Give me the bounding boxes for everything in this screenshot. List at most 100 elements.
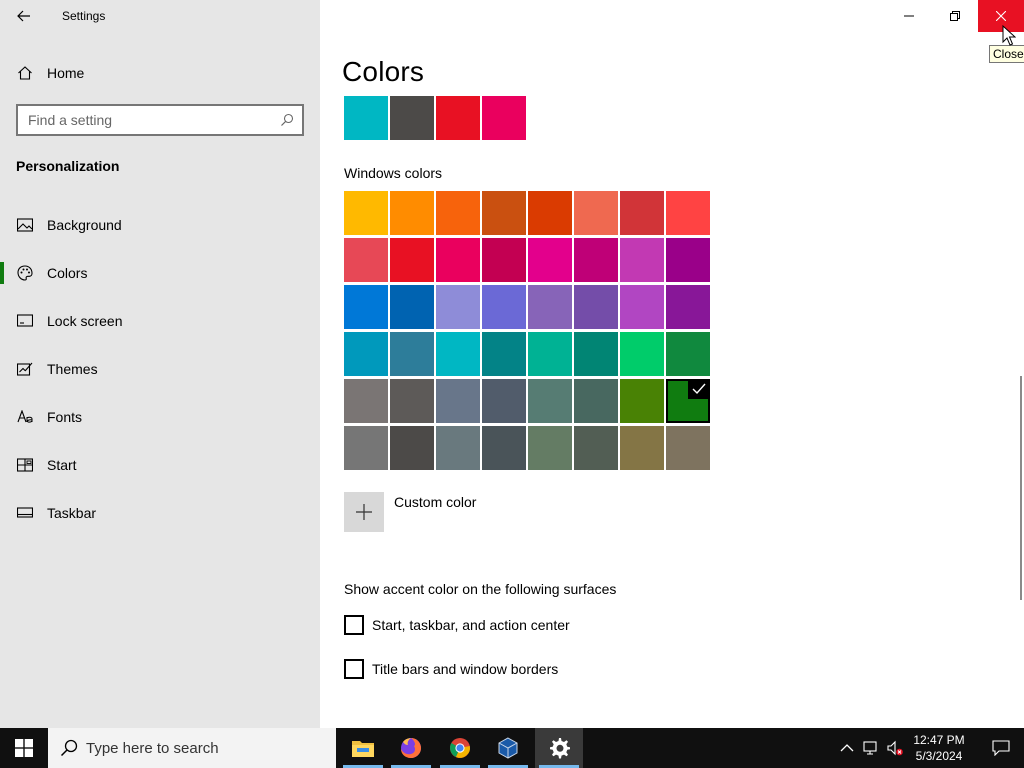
color-swatch[interactable] — [436, 379, 480, 423]
color-swatch[interactable] — [574, 238, 618, 282]
chevron-up-icon[interactable] — [839, 740, 855, 756]
color-swatch[interactable] — [344, 238, 388, 282]
taskbar: 12:47 PM 5/3/2024 — [0, 728, 1024, 768]
color-swatch[interactable] — [528, 191, 572, 235]
minimize-icon — [904, 15, 914, 17]
chrome-icon — [450, 738, 470, 758]
sidebar-item-colors[interactable]: Colors — [0, 253, 320, 293]
file-explorer-icon — [352, 741, 374, 757]
color-swatch[interactable] — [666, 332, 710, 376]
color-swatch[interactable] — [390, 379, 434, 423]
minimize-button[interactable] — [886, 0, 932, 32]
settings-search-box[interactable] — [16, 104, 304, 136]
sidebar-item-background[interactable]: Background — [0, 205, 320, 245]
custom-color-button[interactable] — [344, 492, 384, 532]
color-swatch[interactable] — [482, 379, 526, 423]
recent-color-swatch[interactable] — [436, 96, 480, 140]
home-icon — [16, 64, 34, 82]
color-swatch[interactable] — [574, 285, 618, 329]
mouse-cursor-icon — [1002, 25, 1016, 46]
color-swatch[interactable] — [436, 238, 480, 282]
sidebar-item-label: Colors — [47, 265, 88, 281]
section-title: Personalization — [16, 158, 120, 174]
color-swatch[interactable] — [482, 285, 526, 329]
home-nav-item[interactable]: Home — [0, 53, 320, 93]
color-swatch[interactable] — [436, 191, 480, 235]
color-swatch[interactable] — [482, 332, 526, 376]
sidebar-item-start[interactable]: Start — [0, 445, 320, 485]
color-swatch[interactable] — [574, 191, 618, 235]
color-swatch[interactable] — [574, 426, 618, 470]
settings-search-input[interactable] — [18, 106, 268, 134]
selected-corner — [688, 379, 710, 399]
color-swatch[interactable] — [666, 238, 710, 282]
action-center-button[interactable] — [978, 728, 1024, 768]
color-swatch[interactable] — [666, 191, 710, 235]
taskbar-chrome[interactable] — [436, 728, 484, 768]
color-swatch[interactable] — [344, 426, 388, 470]
back-button[interactable] — [8, 4, 40, 28]
color-swatch[interactable] — [482, 238, 526, 282]
color-swatch[interactable] — [344, 191, 388, 235]
color-swatch[interactable] — [666, 285, 710, 329]
home-label: Home — [47, 65, 85, 81]
taskbar-settings[interactable] — [535, 728, 583, 768]
sidebar-item-themes[interactable]: Themes — [0, 349, 320, 389]
volume-muted-icon[interactable] — [887, 740, 903, 756]
color-swatch[interactable] — [528, 238, 572, 282]
color-swatch[interactable] — [436, 332, 480, 376]
color-swatch[interactable] — [620, 332, 664, 376]
taskbar-search-box[interactable] — [48, 728, 336, 768]
recent-color-swatch[interactable] — [344, 96, 388, 140]
sidebar-item-taskbar[interactable]: Taskbar — [0, 493, 320, 533]
color-swatch[interactable] — [528, 332, 572, 376]
sidebar-item-fonts[interactable]: Fonts — [0, 397, 320, 437]
color-swatch[interactable] — [436, 426, 480, 470]
color-swatch[interactable] — [390, 238, 434, 282]
recent-color-swatch[interactable] — [482, 96, 526, 140]
color-swatch[interactable] — [528, 379, 572, 423]
network-icon[interactable] — [863, 740, 879, 756]
sidebar-item-lock-screen[interactable]: Lock screen — [0, 301, 320, 341]
color-swatch[interactable] — [436, 285, 480, 329]
search-icon — [60, 739, 78, 757]
color-swatch[interactable] — [390, 285, 434, 329]
color-swatch[interactable] — [620, 426, 664, 470]
sidebar-item-label: Lock screen — [47, 313, 123, 329]
taskbar-search-input[interactable] — [86, 739, 326, 757]
title-bars-checkbox[interactable] — [344, 659, 364, 679]
app-title: Settings — [62, 9, 106, 23]
close-button[interactable] — [978, 0, 1024, 32]
color-swatch[interactable] — [528, 426, 572, 470]
color-swatch[interactable] — [390, 332, 434, 376]
restore-button[interactable] — [932, 0, 978, 32]
color-swatch[interactable] — [528, 285, 572, 329]
color-swatch-selected[interactable] — [666, 379, 710, 423]
checkbox-label: Title bars and window borders — [372, 661, 559, 677]
taskbar-virtualbox[interactable] — [484, 728, 532, 768]
color-swatch[interactable] — [574, 332, 618, 376]
color-swatch[interactable] — [482, 191, 526, 235]
color-swatch[interactable] — [482, 426, 526, 470]
close-tooltip: Close — [989, 45, 1024, 63]
color-swatch[interactable] — [344, 379, 388, 423]
taskbar-file-explorer[interactable] — [339, 728, 387, 768]
color-swatch[interactable] — [620, 285, 664, 329]
taskbar-firefox[interactable] — [387, 728, 435, 768]
color-swatch[interactable] — [344, 285, 388, 329]
color-swatch[interactable] — [620, 379, 664, 423]
taskbar-clock[interactable]: 12:47 PM 5/3/2024 — [904, 732, 974, 764]
recent-color-swatch[interactable] — [390, 96, 434, 140]
start-button[interactable] — [0, 728, 48, 768]
scrollbar-thumb[interactable] — [1020, 376, 1022, 600]
back-arrow-icon — [17, 10, 30, 22]
firefox-icon — [401, 738, 421, 758]
color-swatch[interactable] — [666, 426, 710, 470]
start-taskbar-checkbox[interactable] — [344, 615, 364, 635]
color-swatch[interactable] — [620, 238, 664, 282]
color-swatch[interactable] — [574, 379, 618, 423]
color-swatch[interactable] — [390, 426, 434, 470]
color-swatch[interactable] — [390, 191, 434, 235]
color-swatch[interactable] — [620, 191, 664, 235]
color-swatch[interactable] — [344, 332, 388, 376]
